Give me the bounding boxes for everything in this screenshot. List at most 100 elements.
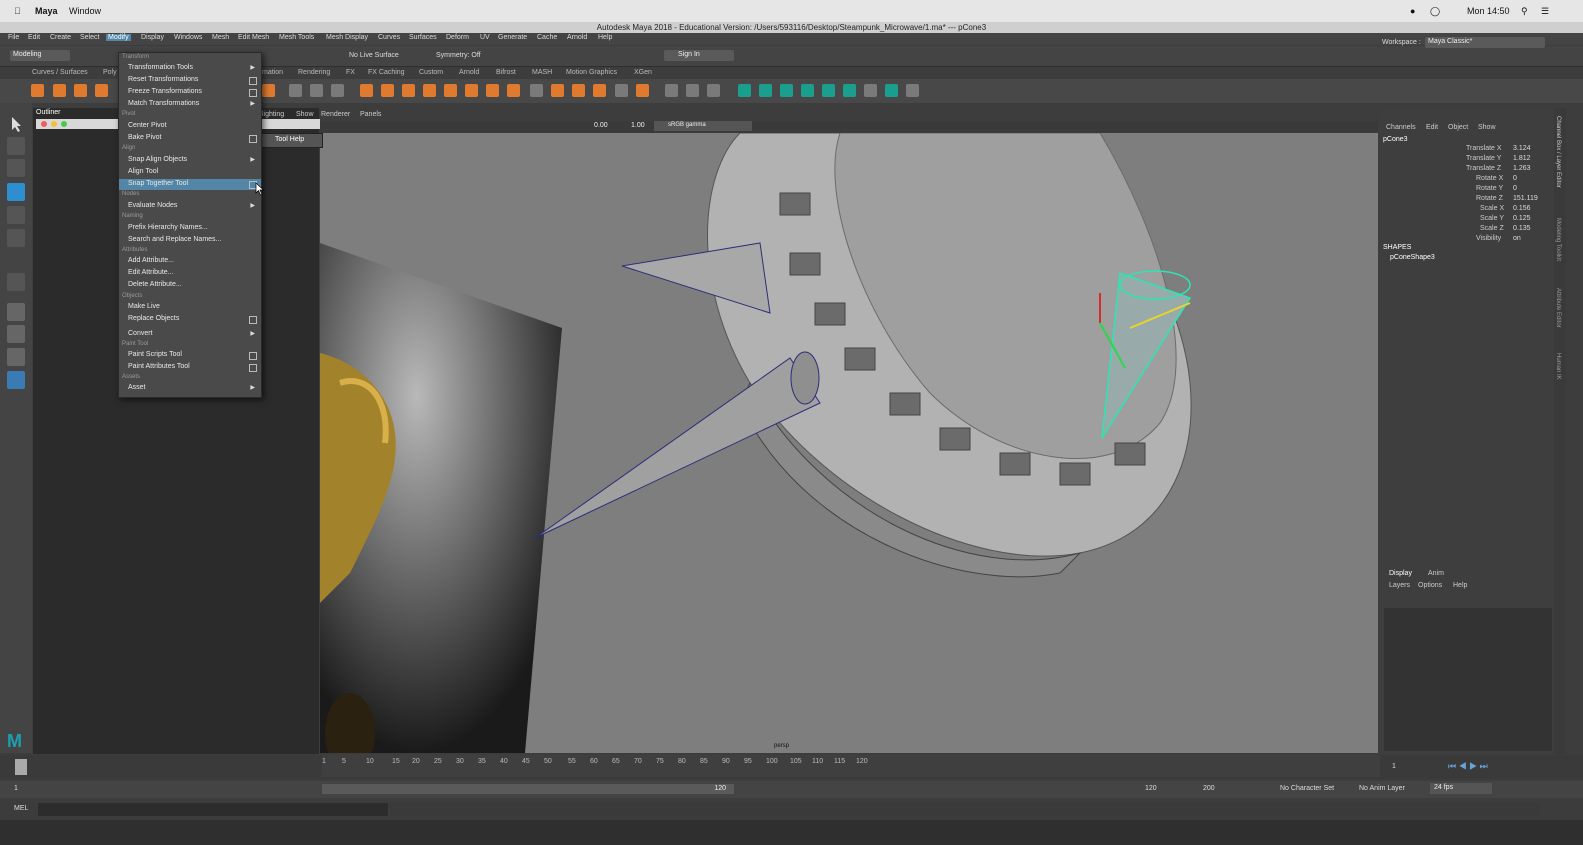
menu-item-reset-transformations[interactable]: Reset Transformations xyxy=(119,75,261,86)
side-tab-attribute-editor[interactable]: Attribute Editor xyxy=(1555,288,1561,328)
bevel-edge-icon[interactable] xyxy=(593,84,606,97)
shelf-tab-curves[interactable]: Curves / Surfaces xyxy=(32,69,88,76)
attr-value[interactable]: 3.124 xyxy=(1513,145,1531,152)
sphere-icon[interactable] xyxy=(31,84,44,97)
menu-item-paint-scripts-tool[interactable]: Paint Scripts Tool xyxy=(119,350,261,361)
multicut-icon[interactable] xyxy=(530,84,543,97)
menu-item-bake-pivot[interactable]: Bake Pivot xyxy=(119,133,261,144)
attr-value[interactable]: 0 xyxy=(1513,185,1517,192)
panel-menu-lighting[interactable]: lighting xyxy=(262,111,284,118)
menu-item-convert[interactable]: Convert ▶ xyxy=(119,329,261,340)
select-tool-icon[interactable] xyxy=(7,115,25,133)
four-pane-icon[interactable] xyxy=(7,325,25,343)
rotate-tool-icon[interactable] xyxy=(7,206,25,224)
cb-menu-object[interactable]: Object xyxy=(1448,124,1468,131)
shelf-tab-bifrost[interactable]: Bifrost xyxy=(496,69,516,76)
combine-icon[interactable] xyxy=(360,84,373,97)
anim-layer[interactable]: No Anim Layer xyxy=(1359,785,1405,792)
minimize-button[interactable] xyxy=(51,121,57,127)
menu-item-center-pivot[interactable]: Center Pivot xyxy=(119,121,261,132)
shape-name[interactable]: pConeShape3 xyxy=(1390,254,1435,261)
paint-select-icon[interactable] xyxy=(7,159,25,177)
panel-menu-renderer[interactable]: Renderer xyxy=(321,111,350,118)
time-slider[interactable]: 1 5 10 15 20 25 30 35 40 45 50 55 60 65 … xyxy=(0,755,1583,779)
cube-tool-icon[interactable] xyxy=(507,84,520,97)
cylinder-icon[interactable] xyxy=(74,84,87,97)
menu-arnold[interactable]: Arnold xyxy=(567,34,587,41)
menu-item-freeze-transformations[interactable]: Freeze Transformations xyxy=(119,87,261,98)
cb-menu-edit[interactable]: Edit xyxy=(1426,124,1438,131)
uv-unfold-icon[interactable] xyxy=(738,84,751,97)
side-tab-modeling-toolkit[interactable]: Modeling Toolkit xyxy=(1555,218,1561,261)
attr-value[interactable]: 0.156 xyxy=(1513,205,1531,212)
target-icon[interactable] xyxy=(310,84,323,97)
layer-menu-help[interactable]: Help xyxy=(1453,582,1467,589)
lasso-tool-icon[interactable] xyxy=(7,137,25,155)
current-time-marker[interactable] xyxy=(15,759,27,775)
bridge-icon[interactable] xyxy=(465,84,478,97)
cone-icon[interactable] xyxy=(95,84,108,97)
side-tab-channel-box[interactable]: Channel Box / Layer Editor xyxy=(1555,116,1561,188)
menu-generate[interactable]: Generate xyxy=(498,34,527,41)
uv-auto-icon[interactable] xyxy=(801,84,814,97)
layer-list[interactable] xyxy=(1384,608,1552,751)
uv-checker-icon[interactable] xyxy=(906,84,919,97)
menu-item-asset[interactable]: Asset ▶ xyxy=(119,383,261,394)
transfer-icon[interactable] xyxy=(864,84,877,97)
menu-item-prefix-hierarchy-names[interactable]: Prefix Hierarchy Names... xyxy=(119,223,261,234)
bevel-icon[interactable] xyxy=(331,84,344,97)
wifi-icon[interactable]: ◯ xyxy=(1430,6,1440,17)
range-end[interactable]: 120 xyxy=(1145,785,1157,792)
fill-hole-icon[interactable] xyxy=(486,84,499,97)
sculpt-icon[interactable] xyxy=(289,84,302,97)
range-start[interactable]: 1 xyxy=(14,785,18,792)
shelf-tab-xgen[interactable]: XGen xyxy=(634,69,652,76)
menu-file[interactable]: File xyxy=(8,34,19,41)
insert-loop-icon[interactable] xyxy=(551,84,564,97)
cube-icon[interactable] xyxy=(53,84,66,97)
symmetry-label[interactable]: Symmetry: Off xyxy=(436,52,481,59)
menu-cache[interactable]: Cache xyxy=(537,34,557,41)
color-space-selector[interactable]: sRGB gamma xyxy=(654,121,752,131)
menu-modify[interactable]: Modify xyxy=(106,34,131,41)
menu-mesh-tools[interactable]: Mesh Tools xyxy=(279,34,314,41)
uv-grid-icon[interactable] xyxy=(843,84,856,97)
option-box-icon[interactable] xyxy=(249,364,257,372)
side-tab-human-ik[interactable]: Human IK xyxy=(1555,353,1561,380)
menu-item-delete-attribute[interactable]: Delete Attribute... xyxy=(119,280,261,291)
last-tool-icon[interactable] xyxy=(7,273,25,291)
menu-deform[interactable]: Deform xyxy=(446,34,469,41)
uv-cut-icon[interactable] xyxy=(686,84,699,97)
pencil-icon[interactable] xyxy=(665,84,678,97)
merge-icon[interactable] xyxy=(636,84,649,97)
separate-icon[interactable] xyxy=(381,84,394,97)
uv-cross-icon[interactable] xyxy=(885,84,898,97)
menu-item-search-replace-names[interactable]: Search and Replace Names... xyxy=(119,235,261,246)
menu-select[interactable]: Select xyxy=(80,34,99,41)
live-surface-label[interactable]: No Live Surface xyxy=(349,52,399,59)
mac-app-name[interactable]: Maya xyxy=(35,6,58,16)
tab-display[interactable]: Display xyxy=(1389,570,1412,577)
menu-mesh-display[interactable]: Mesh Display xyxy=(326,34,368,41)
attr-value[interactable]: 1.263 xyxy=(1513,165,1531,172)
extrude-icon[interactable] xyxy=(444,84,457,97)
menu-item-make-live[interactable]: Make Live xyxy=(119,302,261,313)
attr-value[interactable]: 151.119 xyxy=(1513,195,1538,202)
shelf-tab-motion-graphics[interactable]: Motion Graphics xyxy=(566,69,617,76)
menu-windows[interactable]: Windows xyxy=(174,34,202,41)
mode-selector[interactable]: Modeling xyxy=(10,50,70,61)
mac-window-menu[interactable]: Window xyxy=(69,6,101,16)
uv-cylindrical-icon[interactable] xyxy=(822,84,835,97)
sign-in-button[interactable]: Sign In xyxy=(664,50,734,61)
attr-value[interactable]: 0.125 xyxy=(1513,215,1531,222)
panel-menu-panels[interactable]: Panels xyxy=(360,111,381,118)
shelf-tab-poly[interactable]: Poly xyxy=(103,69,117,76)
menu-create[interactable]: Create xyxy=(50,34,71,41)
menu-item-replace-objects[interactable]: Replace Objects xyxy=(119,314,261,325)
shelf-tab-rendering[interactable]: Rendering xyxy=(298,69,330,76)
two-pane-icon[interactable] xyxy=(7,348,25,366)
current-frame-field[interactable]: 1 xyxy=(1392,763,1396,770)
tab-anim[interactable]: Anim xyxy=(1428,570,1444,577)
scene-render[interactable] xyxy=(320,133,1378,753)
svg-icon[interactable] xyxy=(262,84,275,97)
